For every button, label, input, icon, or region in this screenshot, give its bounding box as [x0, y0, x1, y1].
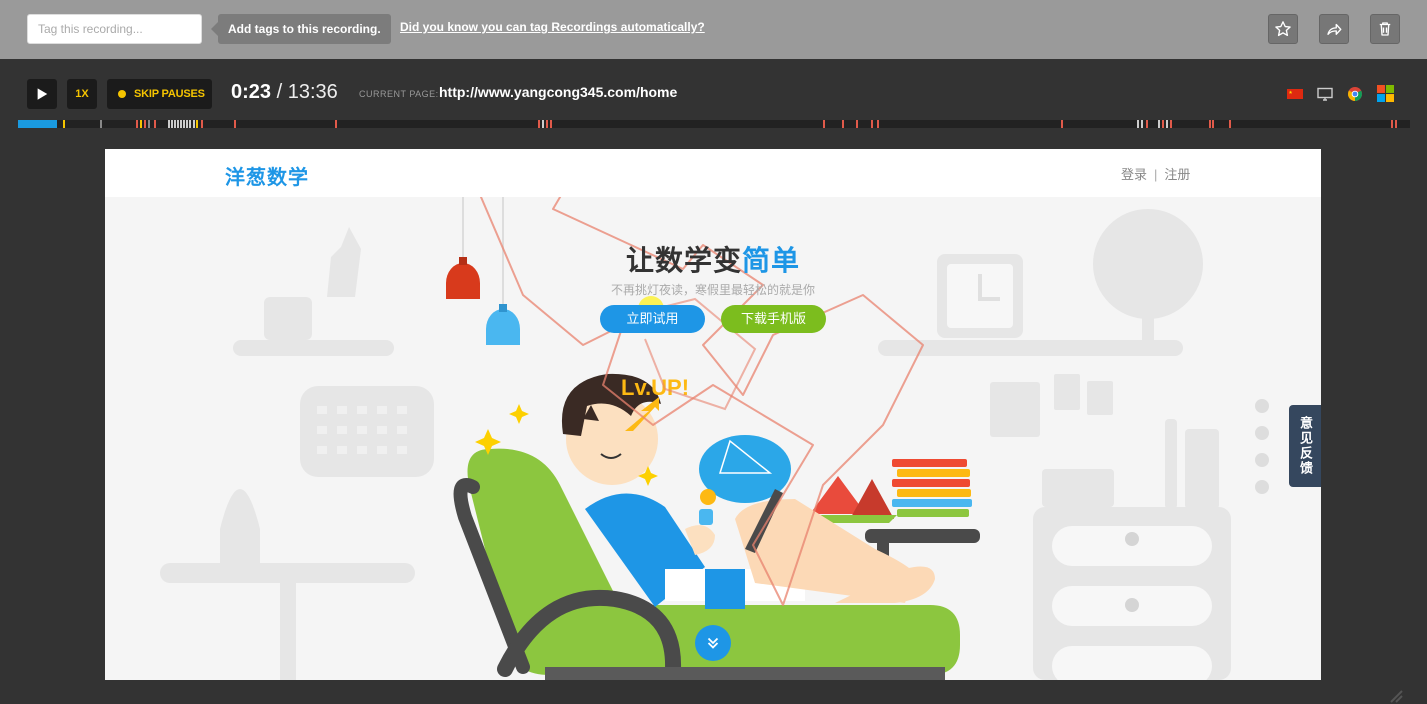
timeline-event-tick[interactable] [100, 120, 102, 128]
scroll-down-button[interactable] [695, 625, 731, 661]
page-dots [1255, 399, 1269, 507]
timeline-event-tick[interactable] [842, 120, 844, 128]
timeline-event-tick[interactable] [877, 120, 879, 128]
timeline-event-tick[interactable] [1146, 120, 1148, 128]
page-dot[interactable] [1255, 480, 1269, 494]
site-logo[interactable]: 洋葱数学 [225, 161, 309, 190]
play-button[interactable] [27, 79, 57, 109]
timeline-event-tick[interactable] [1209, 120, 1211, 128]
timeline-event-tick[interactable] [1162, 120, 1164, 128]
speed-button[interactable]: 1X [67, 79, 97, 109]
hero-title: 让数学变简单 [105, 239, 1321, 279]
share-button[interactable] [1319, 14, 1349, 44]
timeline-event-tick[interactable] [144, 120, 146, 128]
timeline-event-tick[interactable] [1391, 120, 1393, 128]
timeline-event-tick[interactable] [550, 120, 552, 128]
current-page-label: CURRENT PAGE: [359, 89, 439, 99]
timeline-event-tick[interactable] [196, 120, 198, 128]
recording-viewport: Lv.UP! 洋葱数学 登录 | 注册 让数学变简单 不再挑灯夜读，寒假里最轻松的就… [105, 149, 1321, 680]
windows-icon [1377, 85, 1394, 102]
tag-tooltip: Add tags to this recording. [211, 14, 391, 44]
login-link[interactable]: 登录 [1121, 167, 1147, 182]
timeline-event-tick[interactable] [542, 120, 544, 128]
page-dot[interactable] [1255, 453, 1269, 467]
timeline-progress [18, 120, 57, 128]
timeline-event-tick[interactable] [1170, 120, 1172, 128]
resize-handle-icon[interactable] [1388, 688, 1404, 704]
star-icon [1275, 21, 1291, 37]
timeline-event-tick[interactable] [335, 120, 337, 128]
trash-icon [1379, 22, 1391, 36]
timeline-event-tick[interactable] [1229, 120, 1231, 128]
skip-pauses-button[interactable]: SKIP PAUSES [107, 79, 212, 109]
timeline-event-tick[interactable] [140, 120, 142, 128]
timeline-event-tick[interactable] [174, 120, 176, 128]
timeline-event-tick[interactable] [823, 120, 825, 128]
timeline-event-tick[interactable] [171, 120, 173, 128]
playback-timeline[interactable] [18, 120, 1410, 128]
register-link[interactable]: 注册 [1164, 167, 1190, 182]
star-button[interactable] [1268, 14, 1298, 44]
china-flag-icon [1287, 89, 1303, 99]
timeline-event-tick[interactable] [193, 120, 195, 128]
desktop-icon [1317, 87, 1333, 101]
hero-subtitle: 不再挑灯夜读，寒假里最轻松的就是你 [610, 283, 815, 297]
timeline-event-tick[interactable] [1395, 120, 1397, 128]
play-icon [37, 88, 48, 100]
timeline-event-tick[interactable] [148, 120, 150, 128]
lvup-text: Lv.UP! [621, 375, 689, 400]
timeline-event-tick[interactable] [1141, 120, 1143, 128]
timeline-event-tick[interactable] [871, 120, 873, 128]
total-time: 13:36 [287, 81, 338, 103]
playback-time: 0:23 / 13:36 [231, 81, 338, 104]
skip-pauses-label: SKIP PAUSES [134, 88, 205, 100]
timeline-event-tick[interactable] [201, 120, 203, 128]
timeline-event-tick[interactable] [186, 120, 188, 128]
auto-tag-link[interactable]: Did you know you can tag Recordings auto… [400, 20, 705, 34]
hero-title-main: 让数学变 [625, 245, 742, 276]
timeline-event-tick[interactable] [183, 120, 185, 128]
timeline-event-tick[interactable] [1166, 120, 1168, 128]
timeline-event-tick[interactable] [1212, 120, 1214, 128]
timeline-event-tick[interactable] [234, 120, 236, 128]
feedback-tab[interactable]: 意见反馈 [1289, 405, 1321, 487]
timeline-event-tick[interactable] [856, 120, 858, 128]
page-dot[interactable] [1255, 426, 1269, 440]
timeline-event-tick[interactable] [1137, 120, 1139, 128]
hero-title-highlight: 简单 [742, 245, 801, 276]
timeline-event-tick[interactable] [1061, 120, 1063, 128]
timeline-event-tick[interactable] [189, 120, 191, 128]
download-app-button[interactable]: 下载手机版 [721, 305, 826, 333]
delete-button[interactable] [1370, 14, 1400, 44]
tag-input[interactable] [27, 14, 202, 44]
timeline-event-tick[interactable] [63, 120, 65, 128]
double-chevron-down-icon [707, 637, 719, 649]
nav-separator: | [1154, 167, 1158, 182]
timeline-event-tick[interactable] [177, 120, 179, 128]
chrome-icon [1348, 87, 1362, 101]
timeline-event-tick[interactable] [136, 120, 138, 128]
skip-pauses-indicator [118, 90, 126, 98]
current-time: 0:23 [231, 81, 272, 103]
page-dot[interactable] [1255, 399, 1269, 413]
timeline-event-tick[interactable] [154, 120, 156, 128]
site-header: 洋葱数学 登录 | 注册 [105, 149, 1321, 197]
tag-bar: Add tags to this recording. Did you know… [0, 0, 1427, 59]
site-nav: 登录 | 注册 [1121, 164, 1190, 183]
timeline-event-tick[interactable] [180, 120, 182, 128]
timeline-event-tick[interactable] [546, 120, 548, 128]
try-now-button[interactable]: 立即试用 [600, 305, 705, 333]
hero-illustration: Lv.UP! [160, 152, 1231, 680]
player-controls: 1X SKIP PAUSES 0:23 / 13:36 CURRENT PAGE… [0, 59, 1427, 119]
timeline-event-tick[interactable] [1158, 120, 1160, 128]
current-page-url: http://www.yangcong345.com/home [439, 84, 678, 100]
timeline-event-tick[interactable] [538, 120, 540, 128]
time-separator: / [271, 81, 288, 103]
share-icon [1327, 23, 1342, 35]
timeline-event-tick[interactable] [168, 120, 170, 128]
